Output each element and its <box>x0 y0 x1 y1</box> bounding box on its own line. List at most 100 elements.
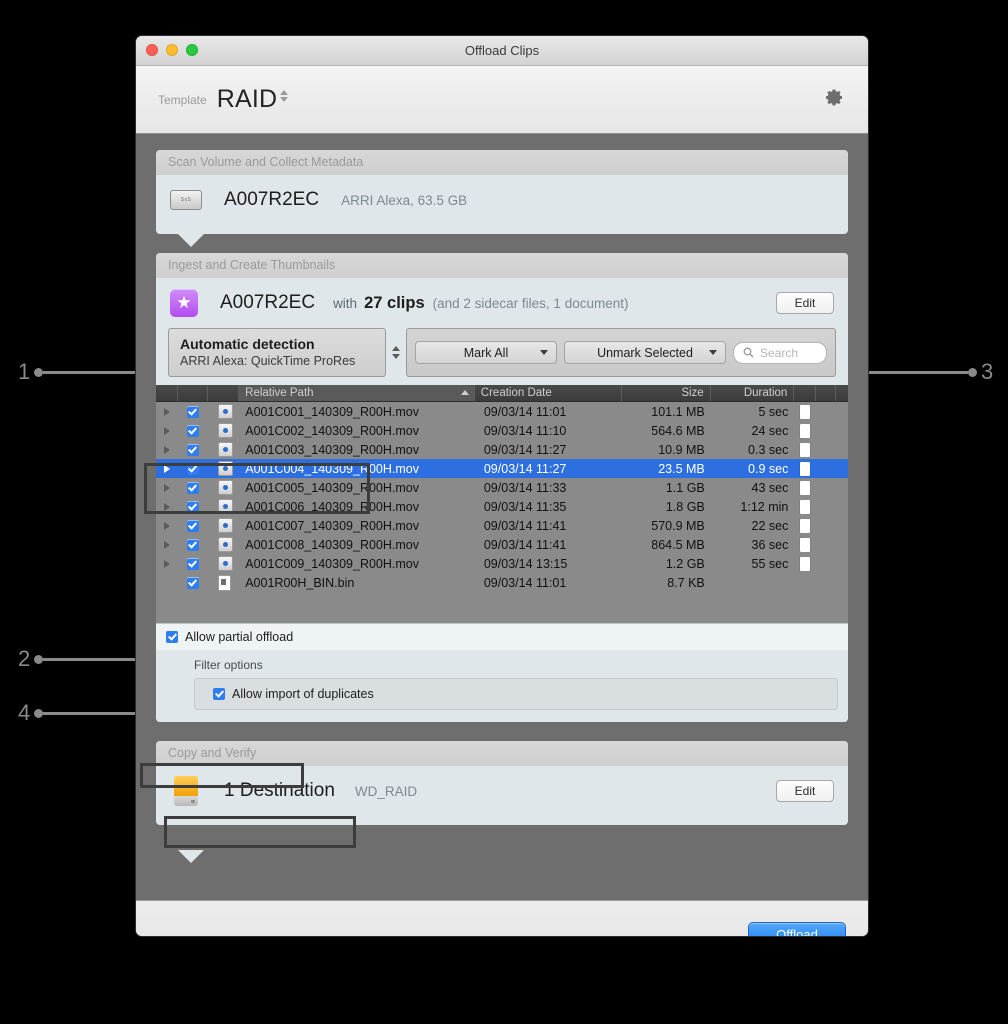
col-size[interactable]: Size <box>622 385 711 401</box>
row-flag-icon <box>836 423 848 438</box>
row-checkbox <box>178 557 208 570</box>
checkbox-checked-icon[interactable] <box>186 576 199 589</box>
checkbox-checked-icon[interactable] <box>186 424 199 437</box>
chevron-right-icon[interactable] <box>164 426 170 435</box>
checkbox-checked-icon[interactable] <box>186 538 199 551</box>
row-flag-icon <box>836 499 848 514</box>
row-creation-date: 09/03/14 11:10 <box>483 423 567 438</box>
sxs-card-icon: SxS <box>170 190 202 210</box>
table-row[interactable]: A001C004_140309_R00H.mov 09/03/14 11:27 23… <box>156 459 848 478</box>
row-creation-date: 09/03/14 11:27 <box>483 461 567 476</box>
mov-file-icon <box>217 404 233 419</box>
checkbox-checked-icon[interactable] <box>186 443 199 456</box>
col-creation-date[interactable]: Creation Date <box>475 385 623 401</box>
chevron-right-icon[interactable] <box>164 559 170 568</box>
template-stepper[interactable] <box>280 89 289 102</box>
unmark-selected-dropdown[interactable]: Unmark Selected <box>564 341 726 364</box>
chevron-right-icon[interactable] <box>164 464 170 473</box>
table-row[interactable]: A001C003_140309_R00H.mov 09/03/14 11:27 10… <box>156 440 848 459</box>
copy-edit-button[interactable]: Edit <box>776 780 834 802</box>
detection-stepper[interactable] <box>392 328 400 377</box>
chevron-right-icon[interactable] <box>164 540 170 549</box>
chevron-right-icon[interactable] <box>164 445 170 454</box>
toolbar: Template RAID <box>136 66 868 134</box>
ingest-edit-button[interactable]: Edit <box>776 292 834 314</box>
row-file-icon <box>208 556 240 571</box>
chevron-right-icon[interactable] <box>164 407 170 416</box>
col-relative-path[interactable]: Relative Path <box>239 385 475 401</box>
chevron-right-icon[interactable] <box>164 521 170 530</box>
mov-file-icon <box>217 442 233 457</box>
mark-controls-bar: Mark All Unmark Selected Search <box>406 328 836 377</box>
document-icon <box>800 461 811 476</box>
row-duration: 22 sec <box>751 518 789 533</box>
col-size-label: Size <box>681 387 704 399</box>
zoom-icon[interactable] <box>186 44 198 56</box>
table-row[interactable]: A001R00H_BIN.bin 09/03/14 11:01 8.7 KB <box>156 573 848 592</box>
row-creation-date: 09/03/14 11:01 <box>483 575 567 590</box>
row-relative-path: A001C002_140309_R00H.mov <box>245 423 419 438</box>
row-flag-icon <box>836 480 848 495</box>
minimize-icon[interactable] <box>166 44 178 56</box>
chevron-right-icon[interactable] <box>164 502 170 511</box>
scan-to-ingest-arrow <box>178 234 204 247</box>
checkbox-checked-icon[interactable] <box>186 519 199 532</box>
search-input[interactable]: Search <box>733 341 827 364</box>
row-size: 1.1 GB <box>665 480 705 495</box>
gear-icon[interactable] <box>824 87 844 112</box>
allow-import-duplicates-label: Allow import of duplicates <box>232 687 374 701</box>
table-row[interactable]: A001C009_140309_R00H.mov 09/03/14 13:15 1.… <box>156 554 848 573</box>
checkbox-checked-icon[interactable] <box>186 462 199 475</box>
mov-file-icon <box>217 423 233 438</box>
clips-table[interactable]: Relative Path Creation Date Size Duratio… <box>156 385 848 623</box>
col-duration[interactable]: Duration <box>711 385 795 401</box>
checkbox-checked-icon[interactable] <box>186 557 199 570</box>
row-duration: 24 sec <box>751 423 789 438</box>
checkbox-checked-icon[interactable] <box>186 405 199 418</box>
allow-partial-offload-checkbox[interactable] <box>166 631 178 643</box>
row-relative-path: A001C009_140309_R00H.mov <box>245 556 419 571</box>
ingest-extra-files: (and 2 sidecar files, 1 document) <box>432 295 629 311</box>
row-creation-date: 09/03/14 11:35 <box>483 499 567 514</box>
table-row[interactable]: A001C006_140309_R00H.mov 09/03/14 11:35 1.… <box>156 497 848 516</box>
row-relative-path: A001C008_140309_R00H.mov <box>245 537 419 552</box>
row-file-icon <box>208 499 240 514</box>
callout-4-number: 4 <box>18 700 31 725</box>
chevron-right-icon[interactable] <box>164 483 170 492</box>
row-flag-icon <box>836 442 848 457</box>
row-size: 10.9 MB <box>658 442 705 457</box>
table-row[interactable]: A001C005_140309_R00H.mov 09/03/14 11:33 1.… <box>156 478 848 497</box>
table-row[interactable]: A001C007_140309_R00H.mov 09/03/14 11:41 57… <box>156 516 848 535</box>
col-checkbox <box>178 385 208 401</box>
row-document-icon <box>794 499 816 514</box>
hard-drive-icon <box>170 776 202 806</box>
row-duration: 0.3 sec <box>748 442 789 457</box>
checkbox-checked-icon[interactable] <box>186 500 199 513</box>
row-file-icon <box>208 423 240 438</box>
table-row[interactable]: A001C001_140309_R00H.mov 09/03/14 11:01 10… <box>156 402 848 421</box>
close-icon[interactable] <box>146 44 158 56</box>
ingest-with-label: with <box>333 295 358 311</box>
row-creation-date: 09/03/14 11:41 <box>483 518 567 533</box>
row-size: 864.5 MB <box>651 537 705 552</box>
template-value[interactable]: RAID <box>217 85 278 114</box>
row-disclosure-triangle <box>156 426 178 435</box>
checkbox-checked-icon[interactable] <box>186 481 199 494</box>
allow-import-duplicates-checkbox[interactable] <box>213 688 225 700</box>
automatic-detection-box[interactable]: Automatic detection ARRI Alexa: QuickTim… <box>168 328 386 377</box>
allow-import-of-duplicates-row[interactable]: Allow import of duplicates <box>194 678 838 710</box>
table-row[interactable]: A001C008_140309_R00H.mov 09/03/14 11:41 86… <box>156 535 848 554</box>
row-disclosure-triangle <box>156 445 178 454</box>
unmark-selected-label: Unmark Selected <box>597 345 693 360</box>
allow-partial-offload-row[interactable]: Allow partial offload <box>156 623 848 650</box>
mark-all-dropdown[interactable]: Mark All <box>415 341 557 364</box>
mov-file-icon <box>217 537 233 552</box>
chevron-down-icon <box>540 350 548 355</box>
row-document-icon <box>794 423 816 438</box>
table-row[interactable]: A001C002_140309_R00H.mov 09/03/14 11:10 56… <box>156 421 848 440</box>
search-placeholder: Search <box>760 345 799 360</box>
row-file-icon <box>208 404 240 419</box>
offload-button[interactable]: Offload <box>748 921 846 936</box>
table-body[interactable]: A001C001_140309_R00H.mov 09/03/14 11:01 10… <box>156 402 848 592</box>
col-icon <box>208 385 240 401</box>
